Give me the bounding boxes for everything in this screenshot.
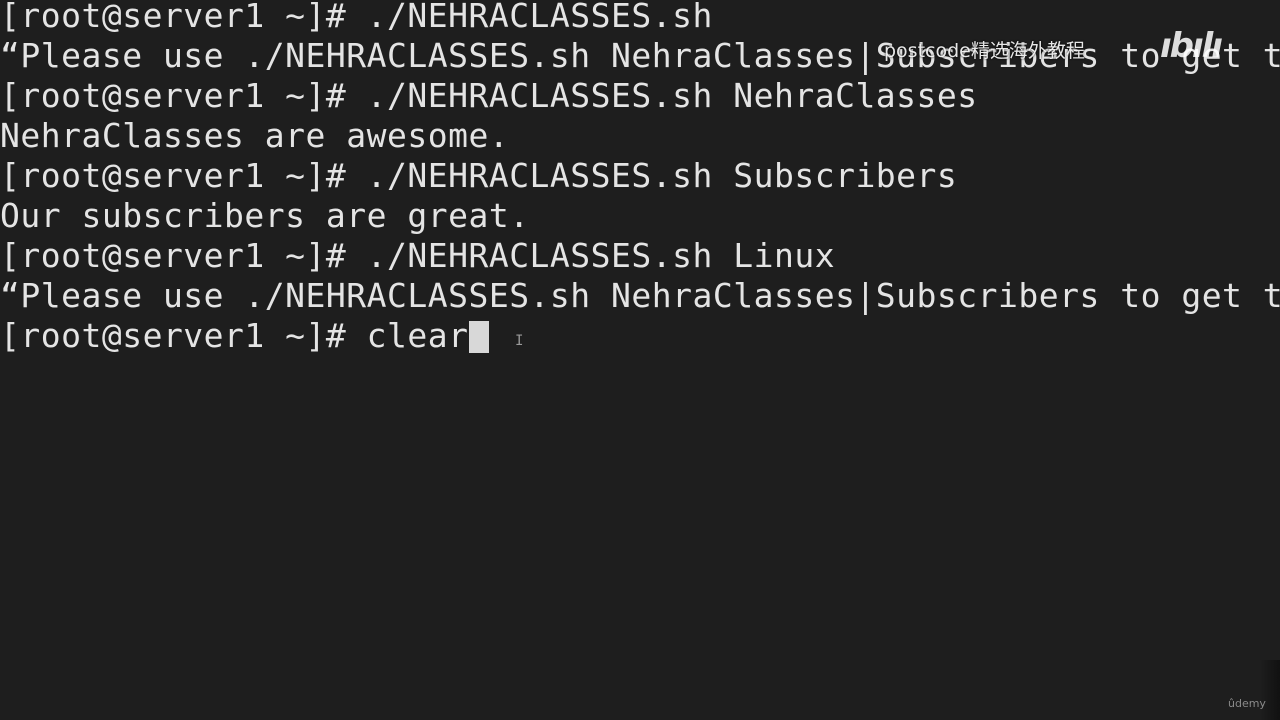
command-input-line[interactable]: [root@server1 ~]# clear bbox=[0, 316, 1280, 356]
terminal-line: NehraClasses are awesome. bbox=[0, 116, 510, 155]
terminal-line: [root@server1 ~]# ./NEHRACLASSES.sh bbox=[0, 0, 713, 35]
command-input[interactable]: clear bbox=[367, 316, 469, 355]
udemy-logo: ûdemy bbox=[1228, 697, 1266, 710]
terminal-output: [root@server1 ~]# ./NEHRACLASSES.sh “Ple… bbox=[0, 0, 1280, 356]
text-cursor bbox=[469, 321, 490, 353]
terminal-line: Our subscribers are great. bbox=[0, 196, 530, 235]
terminal-line: [root@server1 ~]# ./NEHRACLASSES.sh Linu… bbox=[0, 236, 836, 275]
bilibili-logo: ıbılı bbox=[1160, 26, 1223, 66]
terminal-line: “Please use ./NEHRACLASSES.sh NehraClass… bbox=[0, 36, 1280, 75]
terminal-line: “Please use ./NEHRACLASSES.sh NehraClass… bbox=[0, 276, 1280, 315]
corner-shade bbox=[1260, 660, 1280, 720]
terminal-window[interactable]: [root@server1 ~]# ./NEHRACLASSES.sh “Ple… bbox=[0, 0, 1280, 720]
shell-prompt: [root@server1 ~]# bbox=[0, 316, 367, 355]
ibeam-cursor-icon: I bbox=[515, 333, 524, 349]
watermark-text: postcode精选海外教程 bbox=[884, 40, 1085, 62]
terminal-line: [root@server1 ~]# ./NEHRACLASSES.sh Subs… bbox=[0, 156, 958, 195]
terminal-line: [root@server1 ~]# ./NEHRACLASSES.sh Nehr… bbox=[0, 76, 978, 115]
